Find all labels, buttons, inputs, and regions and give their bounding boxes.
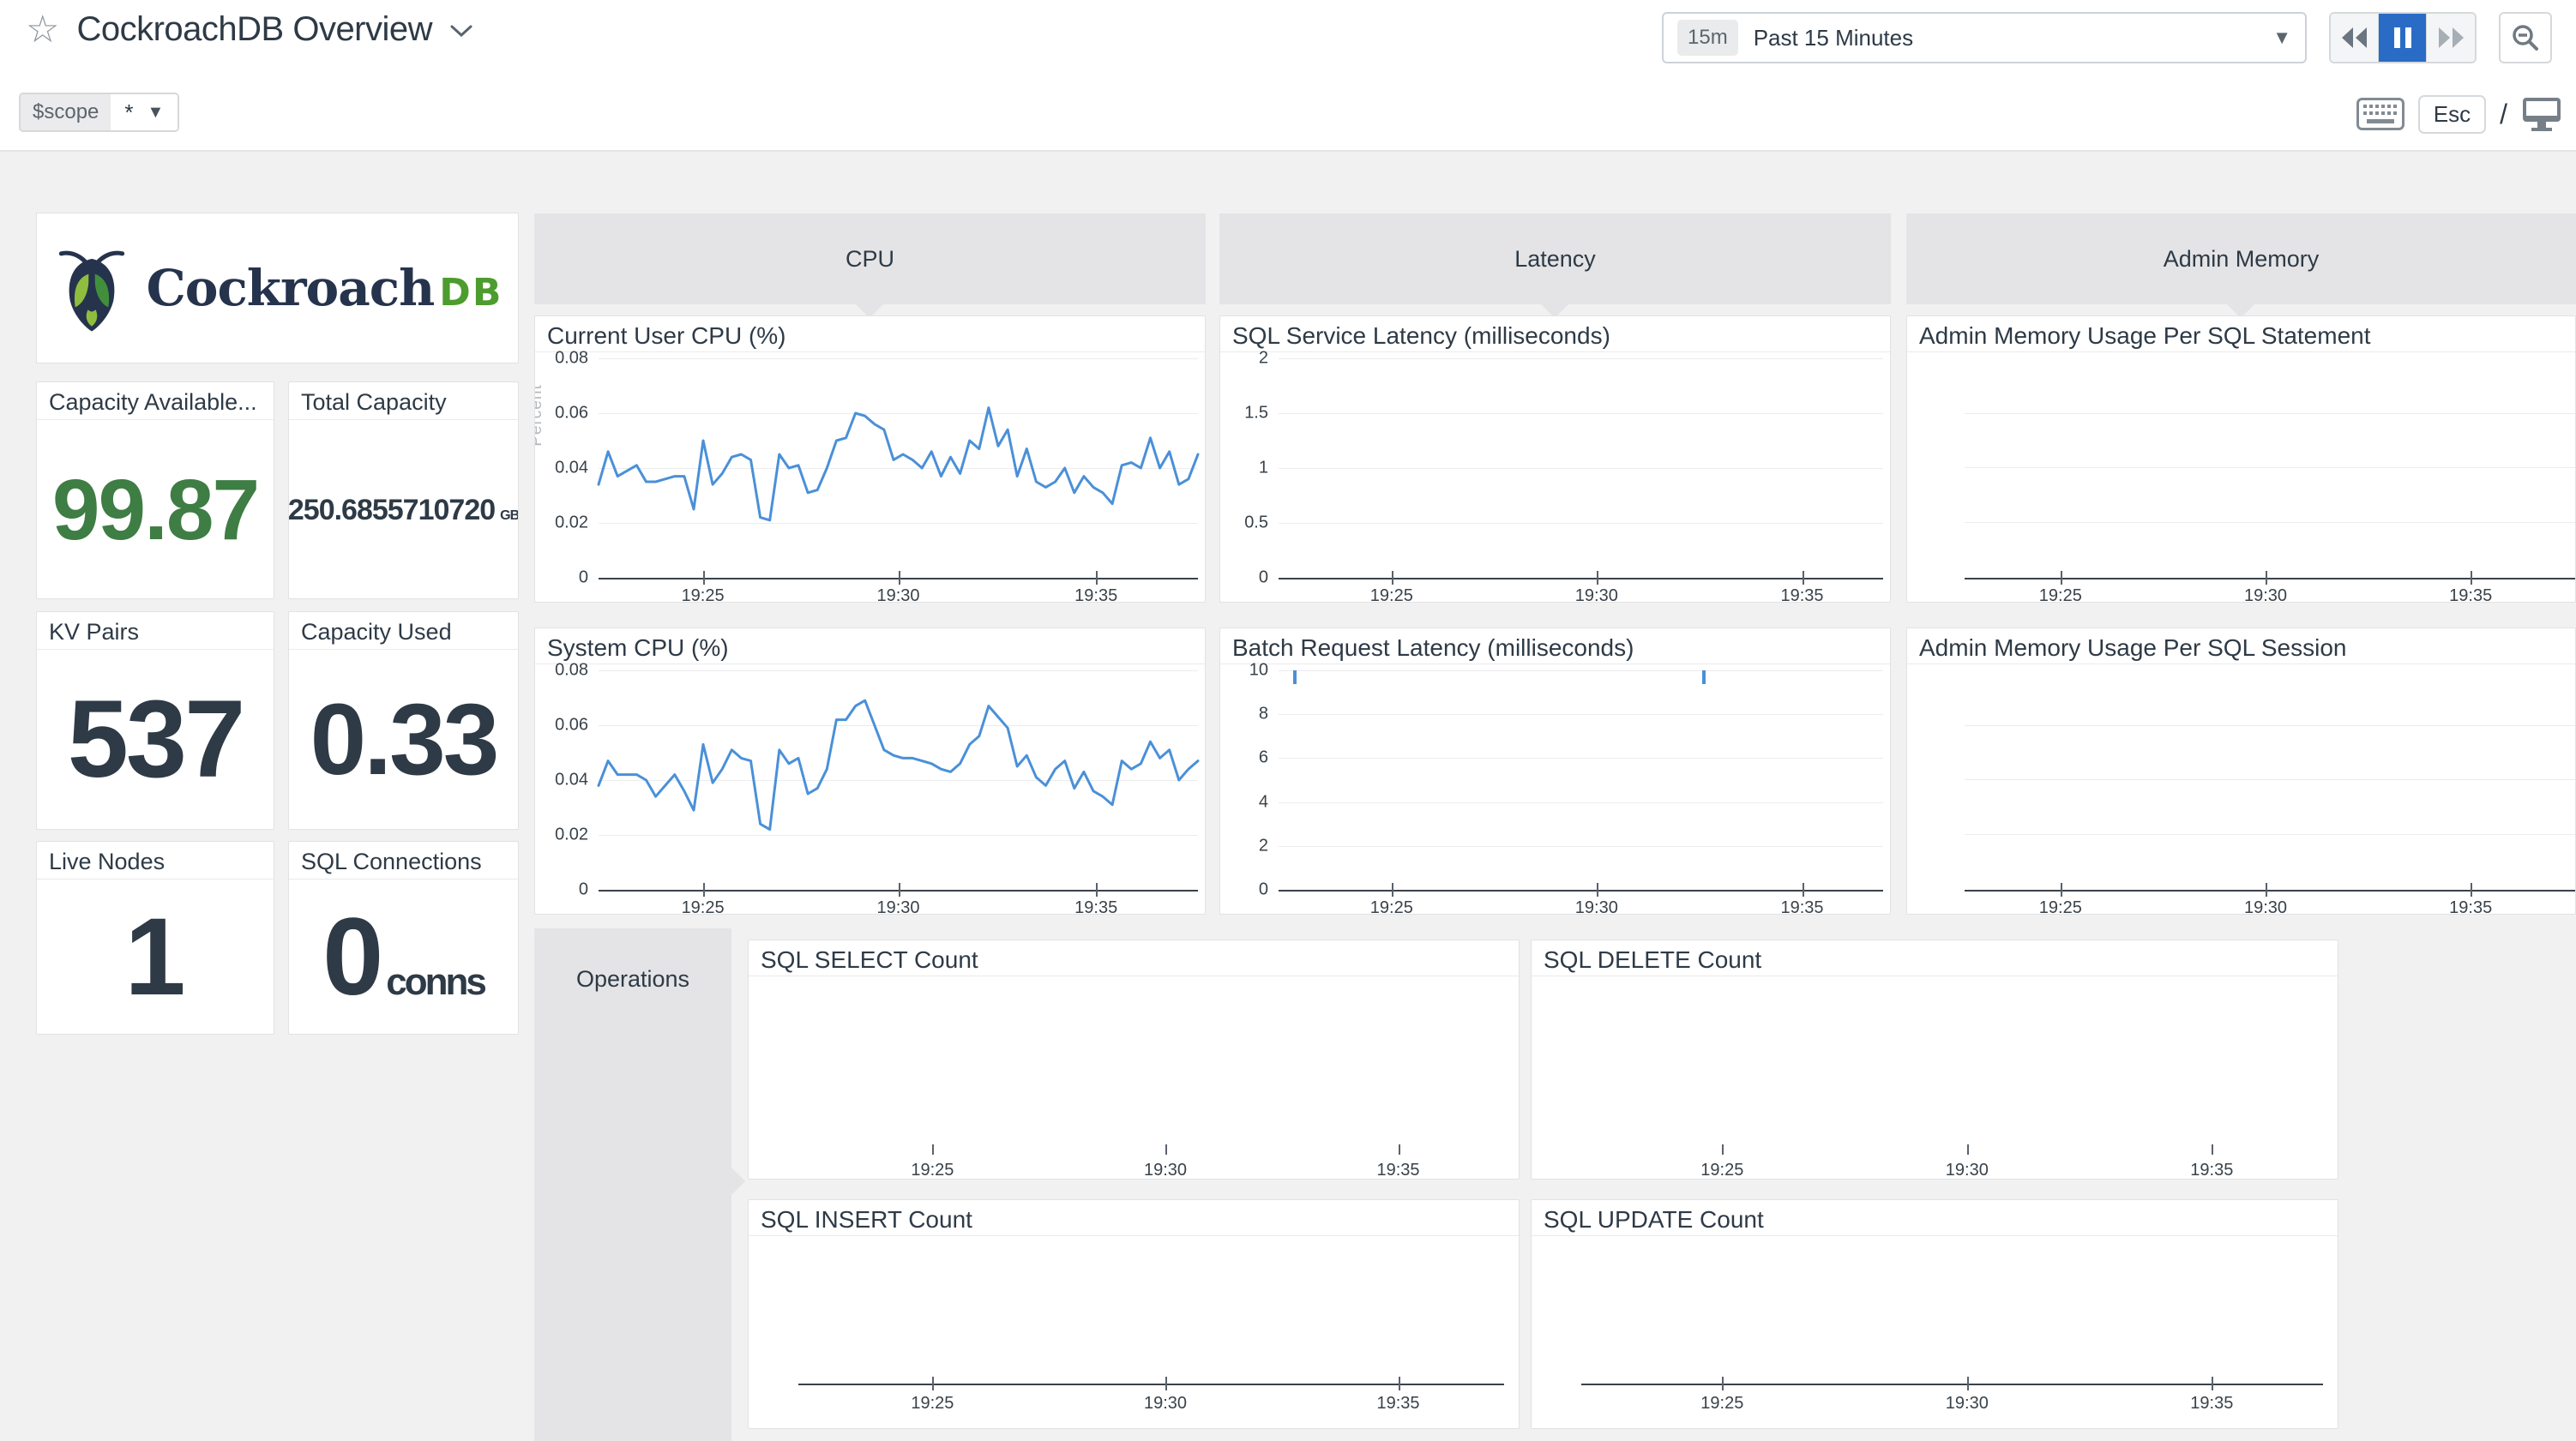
pause-icon [2392,26,2413,50]
rewind-icon [2340,26,2369,50]
pause-button[interactable] [2379,14,2427,62]
caret-down-icon: ▼ [147,103,165,123]
time-range-badge: 15m [1677,20,1738,56]
zoom-out-button[interactable] [2499,12,2552,63]
group-header-latency[interactable]: Latency [1219,213,1891,304]
stat-card-total-capacity[interactable]: Total Capacity 250.6855710720 GB [288,381,519,599]
stat-label: Capacity Available... [37,382,274,420]
top-bar: ☆ CockroachDB Overview 15m Past 15 Minut… [0,0,2576,152]
stat-value: 99.87 [52,467,258,553]
group-label: Admin Memory [2164,246,2320,273]
esc-key-badge: Esc [2418,95,2486,134]
chart-title: System CPU (%) [535,628,1205,664]
time-range-picker[interactable]: 15m Past 15 Minutes ▼ [1662,12,2307,63]
group-label: Operations [576,966,689,993]
group-header-admin-memory[interactable]: Admin Memory [1906,213,2576,304]
stat-value: 1 [124,903,185,1012]
page-title: CockroachDB Overview [76,10,432,49]
chart-title: Admin Memory Usage Per SQL Statement [1907,316,2575,352]
group-label: Latency [1514,246,1596,273]
chart-card-batch-request-latency: Batch Request Latency (milliseconds) 108… [1219,627,1891,915]
fast-forward-icon [2436,26,2465,50]
chart-plot-admin-memory-statement[interactable]: 19:2519:3019:35 [1907,353,2575,602]
group-notch-operations [731,1168,745,1195]
dashboard-screen: ☆ CockroachDB Overview 15m Past 15 Minut… [0,0,2576,1441]
monitor-icon[interactable] [2521,96,2562,132]
chart-plot-sql-select-count[interactable]: 19:2519:3019:35 [749,977,1519,1179]
logo-suffix: DB [439,271,503,315]
fast-forward-button[interactable] [2427,14,2475,62]
scope-var-value[interactable]: * ▼ [111,94,178,130]
time-controls: 15m Past 15 Minutes ▼ [1662,12,2552,63]
stat-value: 537 [68,685,244,795]
stat-value: 0 [322,903,381,1012]
cockroachdb-logo-card: CockroachDB [36,213,519,363]
stat-value: 250.6855710720 [288,495,495,525]
chart-card-sql-insert-count: SQL INSERT Count 19:2519:3019:35 [748,1199,1520,1429]
keyboard-icon [2356,98,2404,130]
stat-label: SQL Connections [289,842,518,880]
chart-title: Admin Memory Usage Per SQL Session [1907,628,2575,664]
chevron-down-icon[interactable] [449,23,473,43]
stat-unit: conns [386,964,485,1001]
stat-label: Total Capacity [289,382,518,420]
stat-card-kv-pairs[interactable]: KV Pairs 537 [36,611,274,830]
stat-card-sql-connections[interactable]: SQL Connections 0 conns [288,841,519,1035]
group-label: CPU [846,246,894,273]
stat-card-capacity-available[interactable]: Capacity Available... 99.87 [36,381,274,599]
chart-plot-sql-insert-count[interactable]: 19:2519:3019:35 [749,1237,1519,1428]
stat-unit: GB [500,509,519,523]
zoom-out-icon [2511,23,2540,52]
chart-card-system-cpu: System CPU (%) 0.080.060.040.02019:2519:… [534,627,1206,915]
chart-plot-current-user-cpu[interactable]: 0.080.060.040.02019:2519:3019:35Percent [535,353,1205,602]
chart-card-sql-select-count: SQL SELECT Count 19:2519:3019:35 [748,940,1520,1180]
chart-title: Batch Request Latency (milliseconds) [1220,628,1890,664]
chart-title: Current User CPU (%) [535,316,1205,352]
chart-plot-sql-service-latency[interactable]: 21.510.5019:2519:3019:35 [1220,353,1890,602]
chart-plot-system-cpu[interactable]: 0.080.060.040.02019:2519:3019:35 [535,665,1205,914]
star-icon[interactable]: ☆ [26,11,59,49]
stat-value: 0.33 [310,689,497,790]
chart-title: SQL INSERT Count [749,1200,1519,1236]
cockroach-bug-icon [52,243,131,333]
chart-card-sql-service-latency: SQL Service Latency (milliseconds) 21.51… [1219,315,1891,603]
time-range-label: Past 15 Minutes [1754,25,2273,51]
stat-card-capacity-used[interactable]: Capacity Used 0.33 [288,611,519,830]
group-header-operations[interactable]: Operations [534,928,731,1441]
shortcut-hints: Esc / [2356,93,2562,135]
chart-title: SQL UPDATE Count [1532,1200,2338,1236]
stat-card-live-nodes[interactable]: Live Nodes 1 [36,841,274,1035]
logo-wordmark: Cockroach [147,259,435,317]
playback-controls [2329,12,2477,63]
chart-card-admin-memory-session: Admin Memory Usage Per SQL Session 19:25… [1906,627,2576,915]
chart-plot-sql-update-count[interactable]: 19:2519:3019:35 [1532,1237,2338,1428]
chart-card-admin-memory-statement: Admin Memory Usage Per SQL Statement 19:… [1906,315,2576,603]
stat-label: KV Pairs [37,612,274,650]
rewind-button[interactable] [2331,14,2379,62]
caret-down-icon: ▼ [2272,27,2291,49]
scope-var-name: $scope [21,94,111,130]
chart-card-current-user-cpu: Current User CPU (%) 0.080.060.040.02019… [534,315,1206,603]
chart-title: SQL DELETE Count [1532,940,2338,976]
group-header-cpu[interactable]: CPU [534,213,1206,304]
chart-plot-batch-request-latency[interactable]: 108642019:2519:3019:35 [1220,665,1890,914]
slash-separator: / [2500,99,2507,130]
chart-plot-sql-delete-count[interactable]: 19:2519:3019:35 [1532,977,2338,1179]
stat-label: Capacity Used [289,612,518,650]
stat-label: Live Nodes [37,842,274,880]
chart-card-sql-update-count: SQL UPDATE Count 19:2519:3019:35 [1531,1199,2338,1429]
template-variable-scope[interactable]: $scope * ▼ [19,93,179,132]
title-row: ☆ CockroachDB Overview [26,10,473,49]
chart-card-sql-delete-count: SQL DELETE Count 19:2519:3019:35 [1531,940,2338,1180]
chart-plot-admin-memory-session[interactable]: 19:2519:3019:35 [1907,665,2575,914]
scope-var-selected: * [124,99,133,126]
chart-title: SQL Service Latency (milliseconds) [1220,316,1890,352]
chart-title: SQL SELECT Count [749,940,1519,976]
